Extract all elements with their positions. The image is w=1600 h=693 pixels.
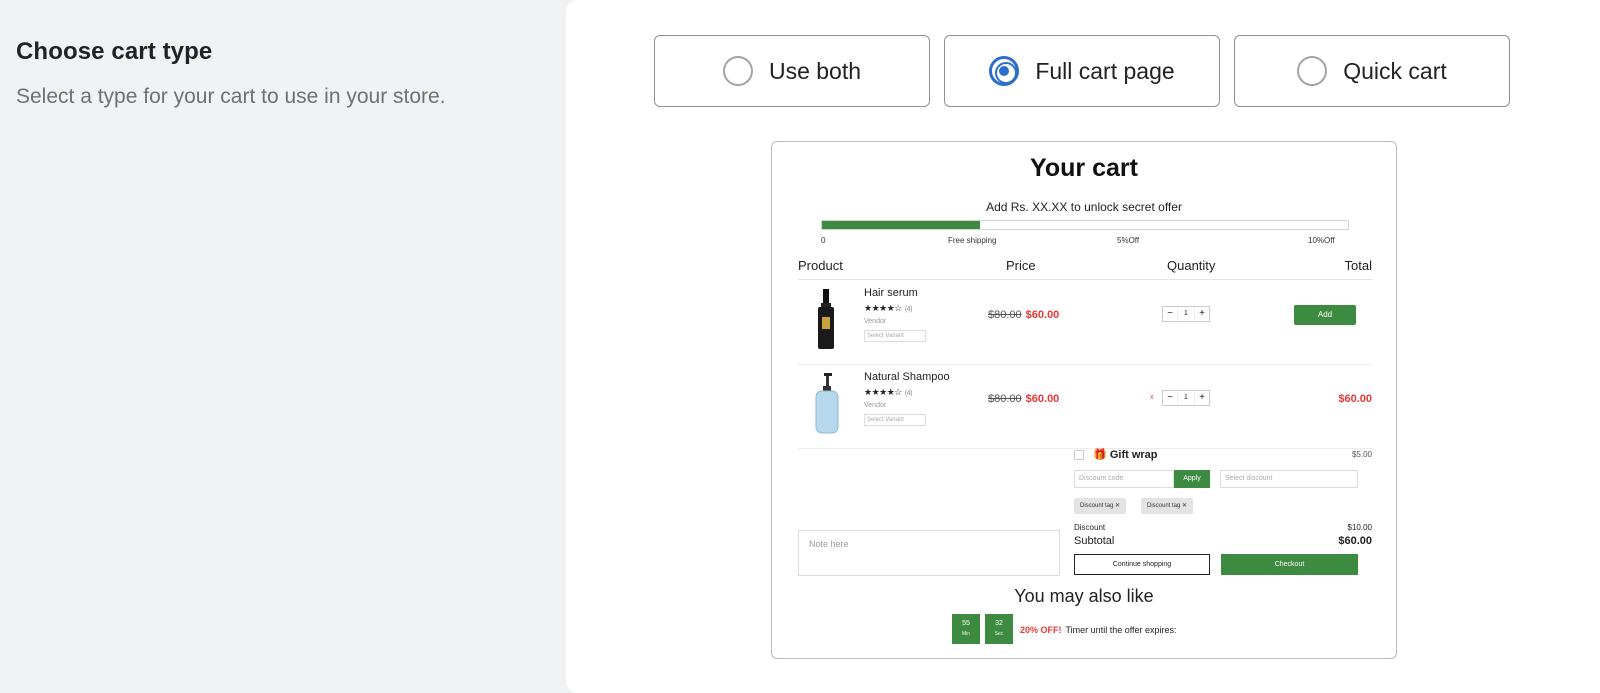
section-description: Select a type for your cart to use in yo… [16,85,446,108]
gift-wrap-price: $5.00 [1351,450,1372,459]
discount-select: Select discount [1220,470,1358,488]
item-price: $80.00 $60.00 [988,309,1060,321]
radio-quick-cart[interactable] [1297,56,1328,86]
preview-row-hair-serum: Hair serum ★★★★☆ (4) Vendor Select Varian… [798,281,1372,365]
option-quick-cart-label: Quick cart [1343,57,1447,84]
section-title: Choose cart type [16,38,213,65]
gift-wrap-option: 🎁 Gift wrap [1074,448,1158,461]
gift-wrap-checkbox [1074,450,1084,461]
cart-preview-image: Your cart Add Rs. XX.XX to unlock secret… [771,141,1397,659]
item-name: Natural Shampoo [864,371,950,383]
preview-row-natural-shampoo: Natural Shampoo ★★★★☆ (4) Vendor Select V… [798,365,1372,449]
item-stars: ★★★★☆ (4) [864,387,912,397]
gift-icon: 🎁 [1093,449,1107,461]
apply-discount-button: Apply [1174,470,1210,488]
item-total: $60.00 [1338,393,1372,405]
also-like-heading: You may also like [1014,586,1154,606]
settings-card: Use both Full cart page Quick cart Your … [566,0,1600,693]
gift-wrap-label: Gift wrap [1109,449,1158,461]
summary-discount: Discount $10.00 [1074,523,1372,532]
radio-full-cart-page[interactable] [989,56,1020,86]
note-field: Note here [798,530,1060,576]
shampoo-image [815,373,839,434]
item-vendor: Vendor [864,402,887,409]
summary-subtotal: Subtotal $60.00 [1074,535,1372,547]
option-full-cart-page[interactable]: Full cart page [944,35,1220,107]
item-remove-icon: x [1150,394,1154,401]
col-total: Total [1344,258,1372,273]
option-use-both-label: Use both [768,57,862,84]
section-info: Choose cart type Select a type for your … [16,38,486,113]
preview-progress-fill [822,221,980,229]
milestone-5-off: 5%Off [1117,236,1140,245]
milestone-10-off: 10%Off [1308,236,1335,245]
milestone-free-shipping: Free shipping [948,236,997,245]
radio-use-both[interactable] [722,56,753,86]
discount-tag: Discount tag ✕ [1074,498,1127,514]
col-price: Price [1006,258,1036,273]
timer-offer-text: 20% OFF! Timer until the offer expires: [1020,625,1177,635]
item-qty-stepper: −1 + [1162,390,1210,406]
discount-tag: Discount tag ✕ [1141,498,1194,514]
hair-serum-image [818,289,834,349]
preview-table-header: Product Price Quantity Total [798,258,1372,280]
preview-offer-text: Add Rs. XX.XX to unlock secret offer [986,200,1182,214]
option-full-cart-page-label: Full cart page [1035,57,1175,84]
option-use-both[interactable]: Use both [654,35,930,107]
timer-seconds: 32 Sec [985,614,1013,644]
option-quick-cart[interactable]: Quick cart [1234,35,1510,107]
item-qty-stepper: −1 + [1162,306,1210,322]
item-add-button: Add [1294,305,1356,325]
col-quantity: Quantity [1167,258,1216,273]
discount-code-input: Discount code [1074,470,1174,488]
item-variant-select: Select Variant [864,414,926,426]
timer-minutes: 55 Min [952,614,980,644]
col-product: Product [798,258,843,273]
preview-title: Your cart [1030,154,1138,182]
checkout-button: Checkout [1221,554,1358,575]
item-stars: ★★★★☆ (4) [864,303,912,313]
continue-shopping-button: Continue shopping [1074,554,1210,575]
item-price: $80.00 $60.00 [988,393,1060,405]
item-vendor: Vendor [864,318,887,325]
cart-type-options: Use both Full cart page Quick cart [654,35,1510,107]
item-variant-select: Select Variant [864,330,926,342]
preview-progress-bar [821,220,1349,230]
item-name: Hair serum [864,287,918,299]
milestone-0: 0 [821,236,826,245]
